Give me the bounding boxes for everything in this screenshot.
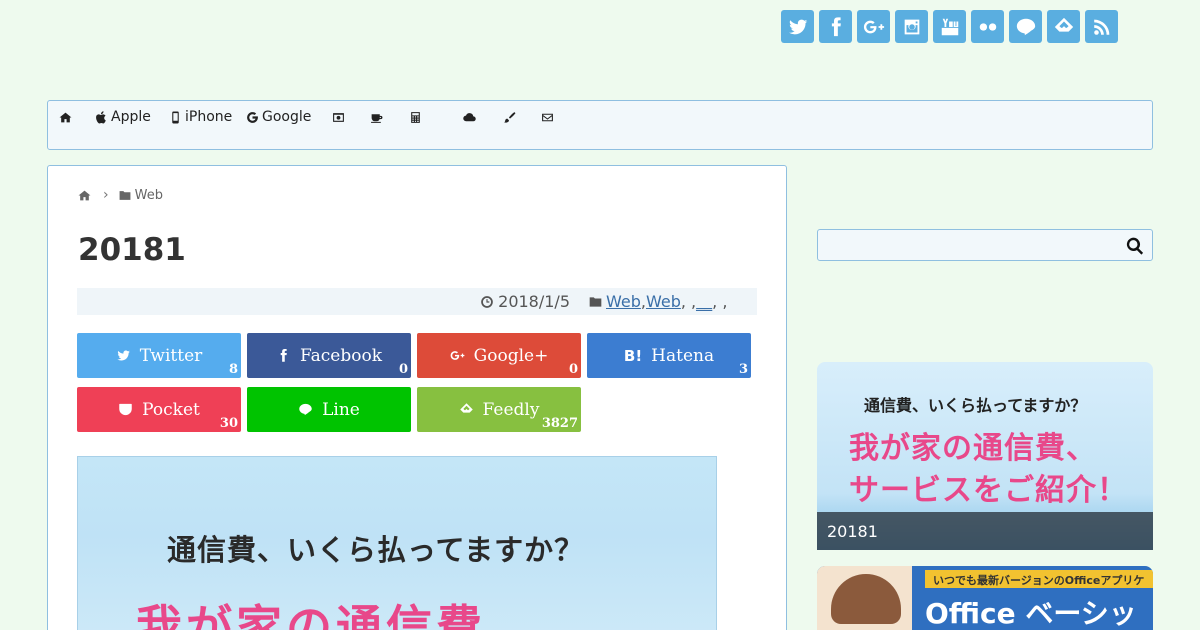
nav-contact[interactable]: [541, 109, 557, 125]
card-title: 我が家の通信費、 サービスをご紹介！: [849, 431, 1128, 508]
feedly-icon[interactable]: [1047, 10, 1080, 43]
share-count: 8: [228, 362, 238, 377]
share-twitter-button[interactable]: Twitter 8: [77, 333, 241, 378]
share-count: 30: [219, 416, 238, 431]
youtube-icon[interactable]: [933, 10, 966, 43]
line-icon[interactable]: [1009, 10, 1042, 43]
card-headline: 通信費、いくら払ってますか？: [864, 396, 1087, 415]
share-pocket-button[interactable]: Pocket 30: [77, 387, 241, 432]
envelope-icon: [542, 113, 553, 121]
office-ad-card[interactable]: いつでも最新バージョンのOfficeアプリケ Office ベーシッ: [817, 566, 1153, 630]
hero-title: 我が家の通信費: [136, 600, 486, 630]
brush-icon: [504, 111, 516, 123]
search-icon[interactable]: [1125, 236, 1145, 256]
facebook-icon: [280, 348, 287, 362]
home-icon[interactable]: [78, 189, 91, 202]
folder-icon: [119, 190, 131, 200]
camera-icon: [333, 112, 344, 122]
social-icons: [781, 10, 1123, 43]
post-date: 2018/1/5: [480, 292, 570, 311]
instagram-icon[interactable]: [895, 10, 928, 43]
pocket-icon: [119, 403, 132, 416]
share-line-button[interactable]: Line: [247, 387, 411, 432]
category-link[interactable]: __: [696, 292, 712, 311]
line-icon: [299, 403, 312, 416]
share-count: 0: [398, 362, 408, 377]
post-categories: Web, Web, , __, ,: [588, 292, 727, 311]
category-link[interactable]: Web: [646, 292, 681, 311]
breadcrumb-category[interactable]: Web: [135, 188, 163, 203]
share-feedly-button[interactable]: Feedly 3827: [417, 387, 581, 432]
rss-icon[interactable]: [1085, 10, 1118, 43]
home-icon: [59, 112, 72, 122]
clock-icon: [481, 295, 493, 308]
cloud-icon: [463, 112, 476, 121]
nav-google[interactable]: Google: [246, 109, 311, 125]
hero-headline: 通信費、いくら払ってますか？: [167, 533, 585, 567]
search-box[interactable]: [817, 229, 1153, 261]
nav-home[interactable]: [59, 109, 75, 125]
breadcrumb-separator: ›: [103, 187, 109, 203]
flickr-icon[interactable]: [971, 10, 1004, 43]
nav-camera[interactable]: [332, 109, 348, 125]
google-plus-icon: [450, 351, 465, 360]
nav-coffee[interactable]: [370, 109, 386, 125]
google-plus-icon[interactable]: [857, 10, 890, 43]
post-meta: 2018/1/5 Web, Web, , __, ,: [77, 288, 757, 315]
page-title: 20181: [78, 232, 186, 268]
hero-image: 通信費、いくら払ってますか？ 我が家の通信費: [77, 456, 717, 630]
main-content: › Web 20181 2018/1/5 Web, Web, , __, , T…: [47, 165, 787, 630]
twitter-icon: [117, 350, 130, 361]
hatena-icon: B!: [623, 346, 643, 365]
share-facebook-button[interactable]: Facebook 0: [247, 333, 411, 378]
share-count: 3: [738, 362, 748, 377]
category-link[interactable]: Web: [606, 292, 641, 311]
nav-cloud[interactable]: [463, 109, 479, 125]
mobile-icon: [172, 111, 179, 123]
coffee-icon: [371, 113, 383, 123]
feedly-icon: [459, 403, 473, 413]
featured-post-card[interactable]: 通信費、いくら払ってますか？ 我が家の通信費、 サービスをご紹介！ 20181: [817, 362, 1153, 550]
share-count: 3827: [541, 416, 578, 431]
character-illustration: [817, 566, 915, 630]
folder-icon: [589, 296, 602, 307]
ad-banner-text: いつでも最新バージョンのOfficeアプリケ: [925, 570, 1153, 588]
nav-iphone[interactable]: iPhone: [169, 109, 232, 125]
twitter-icon[interactable]: [781, 10, 814, 43]
breadcrumb: › Web: [78, 187, 163, 203]
card-caption: 20181: [817, 512, 1153, 550]
nav-apple[interactable]: Apple: [95, 109, 151, 125]
share-hatena-button[interactable]: B! Hatena 3: [587, 333, 751, 378]
share-count: 0: [568, 362, 578, 377]
nav-brush[interactable]: [503, 109, 519, 125]
facebook-icon[interactable]: [819, 10, 852, 43]
nav-calculator[interactable]: [409, 109, 425, 125]
google-icon: [247, 111, 258, 123]
ad-title: Office ベーシッ: [925, 597, 1137, 630]
share-google-plus-button[interactable]: Google+ 0: [417, 333, 581, 378]
apple-icon: [96, 110, 106, 123]
main-nav: Apple iPhone Google: [47, 100, 1153, 150]
calculator-icon: [411, 111, 420, 123]
